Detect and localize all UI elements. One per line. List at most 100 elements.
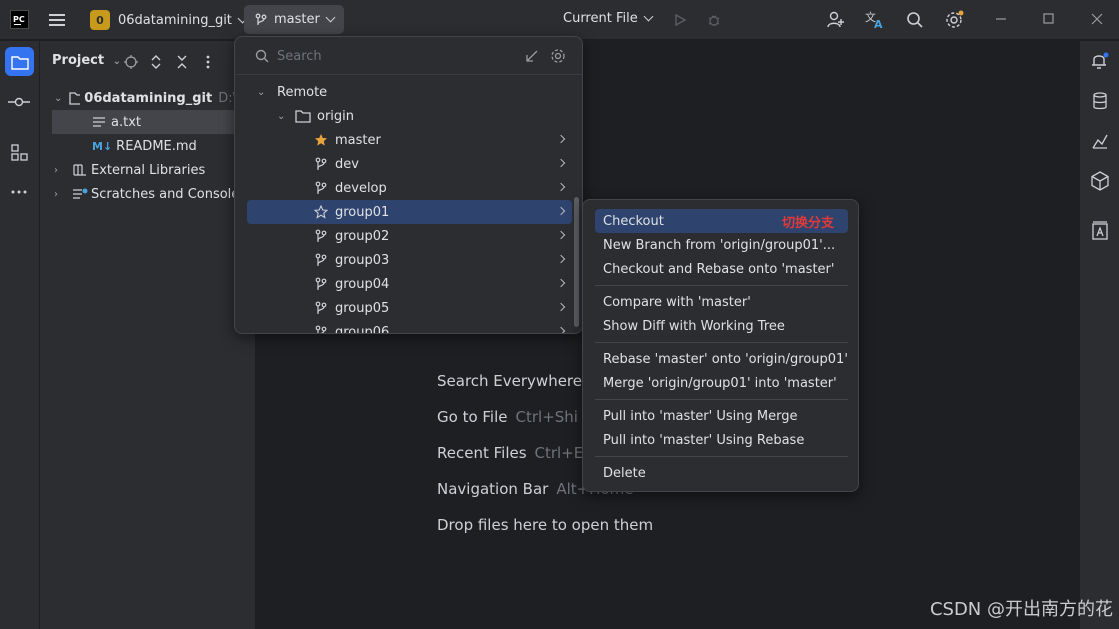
branch-label: group06 — [335, 324, 390, 334]
run-config-selector[interactable]: Current File — [563, 11, 654, 26]
origin-label: origin — [317, 108, 355, 124]
search-icon[interactable] — [904, 9, 926, 31]
menu-item-label: Show Diff with Working Tree — [603, 318, 785, 334]
project-panel: Project ⌄ ⌄ 06datamining_git D:\Co a.txt… — [40, 41, 256, 629]
close-icon[interactable] — [1091, 12, 1103, 30]
run-icon[interactable] — [669, 9, 691, 31]
menu-item-show-diff[interactable]: Show Diff with Working Tree — [595, 314, 848, 338]
menu-item-checkout-rebase[interactable]: Checkout and Rebase onto 'master' — [595, 257, 848, 281]
branch-icon — [313, 324, 329, 333]
menu-item-pull-rebase[interactable]: Pull into 'master' Using Rebase — [595, 428, 848, 452]
python-packages-icon[interactable] — [1089, 170, 1111, 192]
main-menu-icon[interactable] — [48, 11, 66, 29]
more-tools-icon[interactable] — [8, 181, 30, 203]
branch-icon — [313, 228, 329, 244]
tree-item-scratches[interactable]: › Scratches and Consoles — [54, 182, 254, 206]
tree-item-label: 06datamining_git — [84, 90, 213, 106]
chevron-right-icon — [556, 182, 566, 192]
expand-all-icon[interactable] — [145, 51, 167, 73]
project-name: 06datamining_git — [118, 12, 232, 28]
menu-item-merge[interactable]: Merge 'origin/group01' into 'master' — [595, 371, 848, 395]
locate-icon[interactable] — [120, 51, 142, 73]
branch-label: group01 — [335, 204, 390, 220]
hint-drop-files: Drop files here to open them — [437, 516, 653, 534]
tree-item-file[interactable]: M↓ README.md — [92, 134, 256, 158]
branch-item-group03[interactable]: group03 — [247, 248, 572, 272]
chevron-right-icon — [556, 326, 566, 333]
star-outline-icon[interactable] — [313, 204, 329, 220]
chevron-right-icon — [556, 302, 566, 312]
database-icon[interactable] — [1089, 90, 1111, 112]
menu-item-delete[interactable]: Delete — [595, 461, 848, 485]
branch-item-group02[interactable]: group02 — [247, 224, 572, 248]
markdown-file-icon: M↓ — [92, 139, 113, 153]
settings-gear-icon[interactable] — [944, 9, 966, 31]
branch-item-group05[interactable]: group05 — [247, 296, 572, 320]
menu-separator — [595, 285, 848, 286]
search-icon — [255, 49, 269, 63]
folder-icon — [10, 55, 29, 70]
menu-item-label: Pull into 'master' Using Merge — [603, 408, 798, 424]
branch-label: master — [335, 132, 381, 148]
menu-item-new-branch[interactable]: New Branch from 'origin/group01'... — [595, 233, 848, 257]
menu-item-rebase[interactable]: Rebase 'master' onto 'origin/group01' — [595, 347, 848, 371]
popup-settings-gear-icon[interactable] — [547, 45, 569, 67]
tree-item-label: External Libraries — [91, 162, 206, 178]
scratches-icon — [73, 188, 88, 199]
origin-group[interactable]: ⌄ origin — [247, 104, 572, 128]
app-logo-icon: PC — [10, 10, 29, 29]
options-icon[interactable] — [197, 51, 219, 73]
tree-item-root[interactable]: ⌄ 06datamining_git D:\Co — [54, 86, 254, 110]
menu-separator — [595, 456, 848, 457]
branch-item-develop[interactable]: develop — [247, 176, 572, 200]
popup-scrollbar[interactable] — [574, 197, 579, 327]
branch-item-group01[interactable]: group01 — [247, 200, 572, 224]
watermark: CSDN @开出南方的花 — [929, 599, 1113, 620]
remote-group[interactable]: ⌄ Remote — [247, 80, 572, 104]
branch-search-input[interactable] — [277, 47, 517, 65]
add-user-icon[interactable] — [825, 9, 847, 31]
branch-label: dev — [335, 156, 359, 172]
tree-item-file[interactable]: a.txt — [52, 110, 256, 134]
maximize-icon[interactable] — [1043, 12, 1055, 30]
chevron-down-icon: ⌄ — [257, 86, 266, 98]
menu-item-compare[interactable]: Compare with 'master' — [595, 290, 848, 314]
branch-icon — [255, 13, 267, 25]
chevron-right-icon: › — [54, 164, 58, 176]
text-file-icon — [93, 117, 105, 127]
collapse-all-icon[interactable] — [171, 51, 193, 73]
chevron-down-icon: ⌄ — [54, 92, 63, 104]
project-badge: 0 — [90, 10, 110, 30]
commit-icon[interactable] — [8, 91, 30, 113]
hint-label: Drop files here to open them — [437, 516, 654, 534]
menu-item-label: Rebase 'master' onto 'origin/group01' — [603, 351, 848, 367]
chevron-right-icon: › — [54, 188, 58, 200]
right-tool-strip — [1079, 41, 1119, 629]
minimize-icon[interactable] — [995, 12, 1007, 30]
branch-item-group04[interactable]: group04 — [247, 272, 572, 296]
project-tool-button[interactable] — [5, 47, 34, 76]
current-branch: master — [274, 12, 320, 27]
run-config-label: Current File — [563, 11, 638, 26]
debug-icon[interactable] — [703, 9, 725, 31]
tree-item-label: README.md — [116, 138, 197, 154]
chevron-down-icon — [643, 11, 654, 22]
chevron-right-icon — [556, 206, 566, 216]
structure-icon[interactable] — [8, 141, 30, 163]
hint-label: Navigation Bar — [437, 480, 549, 498]
translate-icon[interactable]: 文A — [864, 9, 886, 31]
notifications-icon[interactable] — [1089, 50, 1111, 72]
ai-assistant-icon[interactable] — [1089, 220, 1111, 242]
branch-switcher-button[interactable]: master — [244, 5, 344, 34]
hint-label: Go to File — [437, 408, 508, 426]
branch-item-dev[interactable]: dev — [247, 152, 572, 176]
branch-item-group06[interactable]: group06 — [247, 320, 572, 334]
menu-item-pull-merge[interactable]: Pull into 'master' Using Merge — [595, 404, 848, 428]
tree-item-external-libraries[interactable]: › External Libraries — [54, 158, 254, 182]
branch-item-master[interactable]: master — [247, 128, 572, 152]
menu-item-checkout[interactable]: Checkout 切换分支 — [595, 209, 848, 233]
project-panel-title[interactable]: Project ⌄ — [52, 53, 121, 68]
collapse-popup-icon[interactable] — [521, 45, 543, 67]
sciview-icon[interactable] — [1089, 130, 1111, 152]
project-switcher-button[interactable]: 0 06datamining_git — [84, 6, 252, 34]
